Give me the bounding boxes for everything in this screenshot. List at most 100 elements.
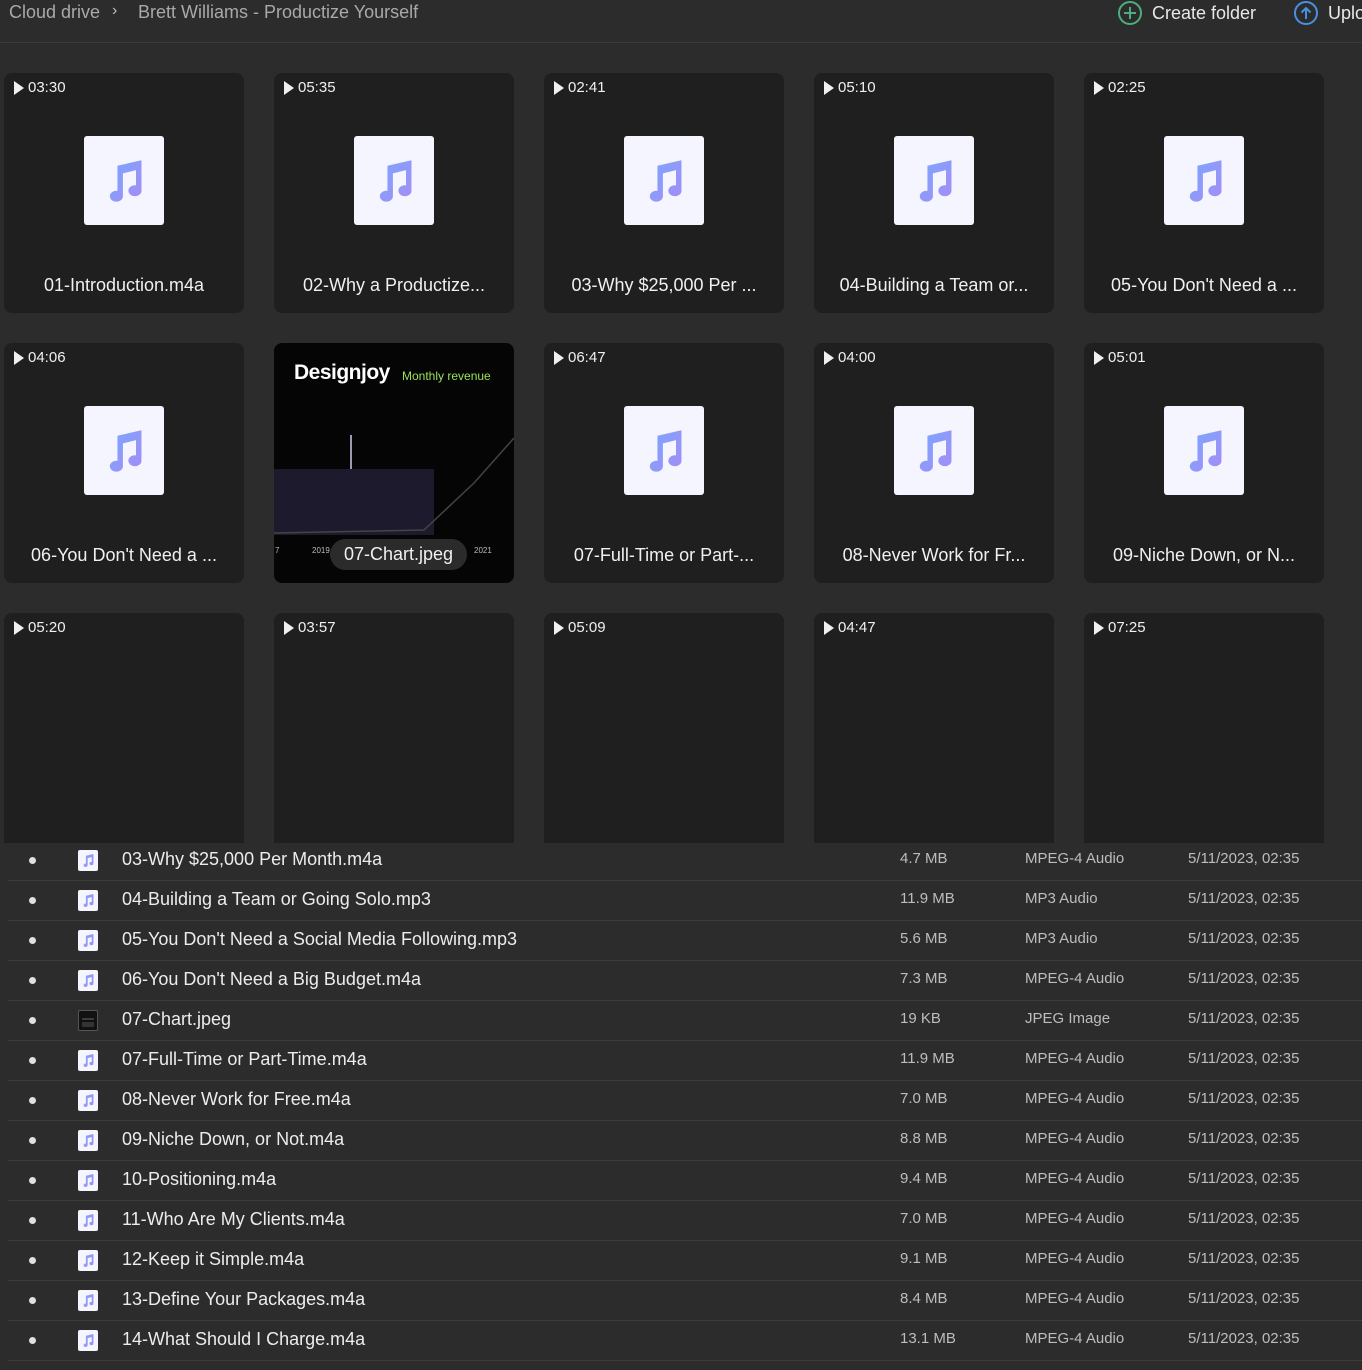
duration-badge: 05:10	[824, 79, 876, 96]
file-row[interactable]: 11-Who Are My Clients.m4a 7.0 MB MPEG-4 …	[8, 1200, 1362, 1241]
chart-thumbnail-graphic	[274, 435, 514, 535]
upload-label: Uplo	[1328, 2, 1362, 23]
thumbnail-brand-text: Designjoy	[294, 361, 390, 384]
audio-tile[interactable]: 04:06 06-You Don't Need a ...	[4, 343, 244, 583]
file-type: MPEG-4 Audio	[1025, 850, 1125, 867]
audio-tile[interactable]: 06:47 07-Full-Time or Part-...	[544, 343, 784, 583]
row-bullet	[29, 1257, 36, 1264]
play-icon	[824, 80, 834, 95]
create-folder-button[interactable]: Create folder	[1118, 0, 1256, 26]
duration-badge: 04:00	[824, 349, 876, 366]
file-type: MPEG-4 Audio	[1025, 1130, 1125, 1147]
plus-circle-icon	[1118, 1, 1142, 25]
file-row[interactable]: 12-Keep it Simple.m4a 9.1 MB MPEG-4 Audi…	[8, 1240, 1362, 1281]
audio-file-icon	[78, 1210, 98, 1231]
audio-tile[interactable]: 05:35 02-Why a Productize...	[274, 73, 514, 313]
duration-text: 05:01	[1108, 349, 1146, 366]
audio-tile[interactable]: 03:30 01-Introduction.m4a	[4, 73, 244, 313]
file-name: 13-Define Your Packages.m4a	[122, 1289, 366, 1309]
file-name: 11-Who Are My Clients.m4a	[122, 1209, 345, 1229]
file-date: 5/11/2023, 02:35	[1188, 1050, 1300, 1067]
audio-file-icon	[78, 970, 98, 991]
duration-badge: 05:09	[554, 619, 606, 636]
file-type: MP3 Audio	[1025, 890, 1098, 907]
file-size: 19 KB	[900, 1010, 941, 1027]
audio-file-icon	[78, 1050, 98, 1071]
audio-tile[interactable]: 05:09	[544, 613, 784, 843]
file-size: 9.1 MB	[900, 1250, 948, 1267]
music-note-icon	[1164, 136, 1244, 225]
duration-badge: 03:30	[14, 79, 66, 96]
file-size: 8.8 MB	[900, 1130, 948, 1147]
duration-badge: 05:20	[14, 619, 66, 636]
file-name: 05-You Don't Need a Social Media Followi…	[122, 929, 517, 949]
audio-tile[interactable]: 04:47	[814, 613, 1054, 843]
breadcrumb-root[interactable]: Cloud drive	[9, 2, 100, 23]
file-date: 5/11/2023, 02:35	[1188, 930, 1300, 947]
audio-file-icon	[78, 850, 98, 871]
tile-filename: 07-Chart.jpeg	[330, 539, 468, 570]
duration-text: 05:09	[568, 619, 606, 636]
music-note-icon	[894, 136, 974, 225]
music-note-icon	[84, 136, 164, 225]
file-name: 12-Keep it Simple.m4a	[122, 1249, 305, 1269]
file-row[interactable]: 06-You Don't Need a Big Budget.m4a 7.3 M…	[8, 960, 1362, 1001]
file-type: MPEG-4 Audio	[1025, 1330, 1125, 1347]
thumbnail-year-right: 2021	[474, 546, 492, 555]
file-size: 9.4 MB	[900, 1170, 948, 1187]
file-name: 04-Building a Team or Going Solo.mp3	[122, 889, 431, 909]
row-bullet	[29, 1217, 36, 1224]
file-type: MPEG-4 Audio	[1025, 970, 1125, 987]
upload-button[interactable]: Uplo	[1294, 0, 1362, 26]
thumbnail-edge-mark: 7	[275, 546, 280, 555]
file-type: MPEG-4 Audio	[1025, 1170, 1125, 1187]
duration-text: 06:47	[568, 349, 606, 366]
audio-tile[interactable]: 07:25	[1084, 613, 1324, 843]
file-row[interactable]: 10-Positioning.m4a 9.4 MB MPEG-4 Audio 5…	[8, 1160, 1362, 1201]
play-icon	[554, 80, 564, 95]
file-date: 5/11/2023, 02:35	[1188, 1250, 1300, 1267]
audio-tile[interactable]: 05:10 04-Building a Team or...	[814, 73, 1054, 313]
audio-tile[interactable]: 05:20	[4, 613, 244, 843]
audio-file-icon	[78, 1170, 98, 1191]
row-bullet	[29, 1337, 36, 1344]
file-date: 5/11/2023, 02:35	[1188, 1090, 1300, 1107]
thumbnail-year-left: 2019	[312, 546, 330, 555]
file-row[interactable]: 07-Full-Time or Part-Time.m4a 11.9 MB MP…	[8, 1040, 1362, 1081]
audio-tile[interactable]: 02:25 05-You Don't Need a ...	[1084, 73, 1324, 313]
file-row[interactable]: 05-You Don't Need a Social Media Followi…	[8, 920, 1362, 961]
thumbnail-subtitle: Monthly revenue	[402, 369, 491, 383]
row-bullet	[29, 897, 36, 904]
duration-badge: 06:47	[554, 349, 606, 366]
duration-text: 04:47	[838, 619, 876, 636]
file-row[interactable]: 09-Niche Down, or Not.m4a 8.8 MB MPEG-4 …	[8, 1120, 1362, 1161]
duration-text: 03:57	[298, 619, 336, 636]
image-file-icon	[78, 1010, 98, 1031]
file-name: 03-Why $25,000 Per Month.m4a	[122, 849, 383, 869]
file-date: 5/11/2023, 02:35	[1188, 1210, 1300, 1227]
file-row[interactable]: 04-Building a Team or Going Solo.mp3 11.…	[8, 880, 1362, 921]
audio-file-icon	[78, 930, 98, 951]
create-folder-label: Create folder	[1152, 2, 1257, 23]
audio-tile[interactable]: 04:00 08-Never Work for Fr...	[814, 343, 1054, 583]
file-row[interactable]: 14-What Should I Charge.m4a 13.1 MB MPEG…	[8, 1320, 1362, 1361]
duration-badge: 03:57	[284, 619, 336, 636]
audio-tile[interactable]: 05:01 09-Niche Down, or N...	[1084, 343, 1324, 583]
file-row[interactable]: 07-Chart.jpeg 19 KB JPEG Image 5/11/2023…	[8, 1000, 1362, 1041]
tile-filename: 09-Niche Down, or N...	[1112, 545, 1296, 565]
duration-text: 04:06	[28, 349, 66, 366]
file-name: 09-Niche Down, or Not.m4a	[122, 1129, 345, 1149]
audio-tile[interactable]: 03:57	[274, 613, 514, 843]
play-icon	[284, 620, 294, 635]
image-tile[interactable]: Designjoy Monthly revenue 7 2019 2021 07…	[274, 343, 514, 583]
audio-tile[interactable]: 02:41 03-Why $25,000 Per ...	[544, 73, 784, 313]
file-row[interactable]: 13-Define Your Packages.m4a 8.4 MB MPEG-…	[8, 1280, 1362, 1321]
breadcrumb-current-folder: Brett Williams - Productize Yourself	[138, 2, 419, 22]
audio-file-icon	[78, 1290, 98, 1311]
file-type: JPEG Image	[1025, 1010, 1111, 1027]
play-icon	[824, 620, 834, 635]
upload-arrow-icon	[1294, 1, 1318, 25]
tile-filename: 07-Full-Time or Part-...	[573, 545, 755, 565]
file-row[interactable]: 03-Why $25,000 Per Month.m4a 4.7 MB MPEG…	[8, 840, 1362, 881]
file-row[interactable]: 08-Never Work for Free.m4a 7.0 MB MPEG-4…	[8, 1080, 1362, 1121]
